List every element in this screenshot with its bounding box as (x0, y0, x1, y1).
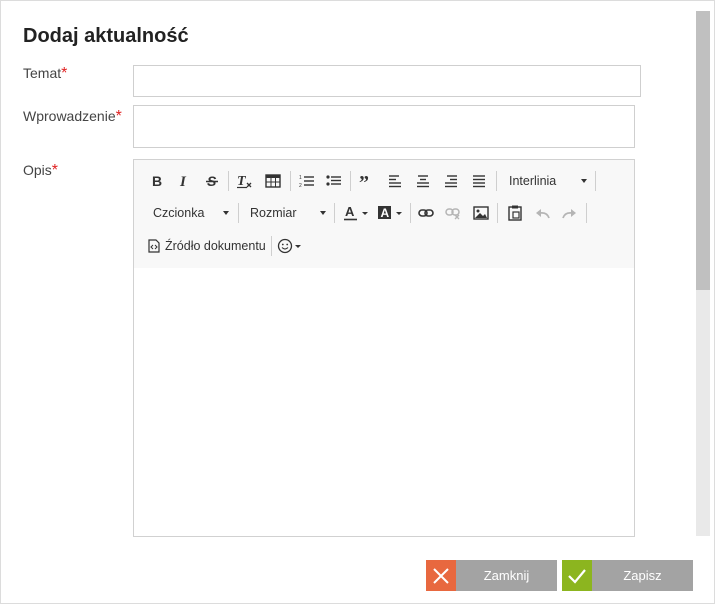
background-color-icon[interactable]: A (376, 202, 406, 224)
required-marker: * (115, 108, 122, 125)
svg-text:A: A (345, 205, 355, 219)
svg-text:I: I (179, 174, 187, 188)
toolbar-separator (497, 203, 498, 223)
wprowadzenie-label-text: Wprowadzenie (23, 108, 116, 124)
editor-content-area[interactable] (134, 268, 634, 536)
editor-toolbar: B I S T 12 ” (134, 160, 634, 269)
link-icon[interactable] (415, 202, 437, 224)
temat-label-text: Temat (23, 65, 62, 81)
checkmark-icon (562, 560, 592, 591)
required-marker: * (61, 65, 68, 82)
toolbar-separator (228, 171, 229, 191)
bulleted-list-icon[interactable] (323, 170, 345, 192)
toolbar-separator (290, 171, 291, 191)
wprowadzenie-textarea[interactable] (133, 105, 635, 148)
font-family-label: Czcionka (153, 206, 205, 220)
svg-text:”: ” (359, 174, 369, 188)
toolbar-separator (410, 203, 411, 223)
table-icon[interactable] (262, 170, 284, 192)
svg-text:T: T (237, 174, 247, 189)
line-height-label: Interlinia (509, 174, 557, 188)
font-size-label: Rozmiar (250, 206, 297, 220)
scrollbar[interactable] (696, 11, 710, 536)
toolbar-separator (350, 171, 351, 191)
blockquote-icon[interactable]: ” (356, 170, 378, 192)
strikethrough-icon[interactable]: S (201, 170, 223, 192)
opis-rich-text-editor: B I S T 12 ” (133, 159, 635, 537)
save-button[interactable]: Zapisz (562, 560, 693, 591)
remove-format-icon[interactable]: T (233, 170, 255, 192)
scrollbar-thumb[interactable] (696, 11, 710, 290)
text-color-icon[interactable]: A (342, 202, 372, 224)
source-label: Źródło dokumentu (165, 239, 266, 253)
align-left-icon[interactable] (384, 170, 406, 192)
add-news-dialog: Dodaj aktualność Temat* Wprowadzenie* Op… (0, 0, 715, 604)
close-button[interactable]: Zamknij (426, 560, 557, 591)
image-icon[interactable] (470, 202, 492, 224)
toolbar-separator (271, 236, 272, 256)
undo-icon[interactable] (532, 202, 554, 224)
align-right-icon[interactable] (440, 170, 462, 192)
svg-text:2: 2 (299, 183, 302, 188)
chevron-down-icon (581, 179, 587, 183)
temat-input[interactable] (133, 65, 641, 97)
paste-icon[interactable] (504, 202, 526, 224)
svg-text:B: B (152, 174, 162, 188)
opis-label-text: Opis (23, 162, 52, 178)
dialog-title: Dodaj aktualność (23, 25, 189, 47)
toolbar-separator (496, 171, 497, 191)
line-height-dropdown[interactable]: Interlinia (509, 170, 589, 192)
svg-text:A: A (381, 206, 390, 220)
toolbar-separator (595, 171, 596, 191)
toolbar-separator (586, 203, 587, 223)
save-button-label: Zapisz (592, 560, 693, 591)
close-button-label: Zamknij (456, 560, 557, 591)
svg-text:1: 1 (299, 175, 302, 181)
toolbar-separator (238, 203, 239, 223)
redo-icon[interactable] (558, 202, 580, 224)
source-button[interactable]: Źródło dokumentu (148, 235, 268, 257)
toolbar-separator (334, 203, 335, 223)
opis-label: Opis* (23, 162, 58, 180)
wprowadzenie-label: Wprowadzenie* (23, 108, 122, 126)
temat-label: Temat* (23, 65, 67, 83)
font-family-dropdown[interactable]: Czcionka (153, 202, 231, 224)
bold-icon[interactable]: B (146, 170, 168, 192)
chevron-down-icon (320, 211, 326, 215)
source-icon (148, 239, 160, 253)
unlink-icon[interactable] (442, 202, 464, 224)
numbered-list-icon[interactable]: 12 (296, 170, 318, 192)
chevron-down-icon (223, 211, 229, 215)
justify-icon[interactable] (468, 170, 490, 192)
emoji-icon[interactable] (276, 235, 306, 257)
required-marker: * (51, 162, 59, 179)
font-size-dropdown[interactable]: Rozmiar (250, 202, 328, 224)
align-center-icon[interactable] (412, 170, 434, 192)
close-icon (426, 560, 456, 591)
italic-icon[interactable]: I (173, 170, 195, 192)
